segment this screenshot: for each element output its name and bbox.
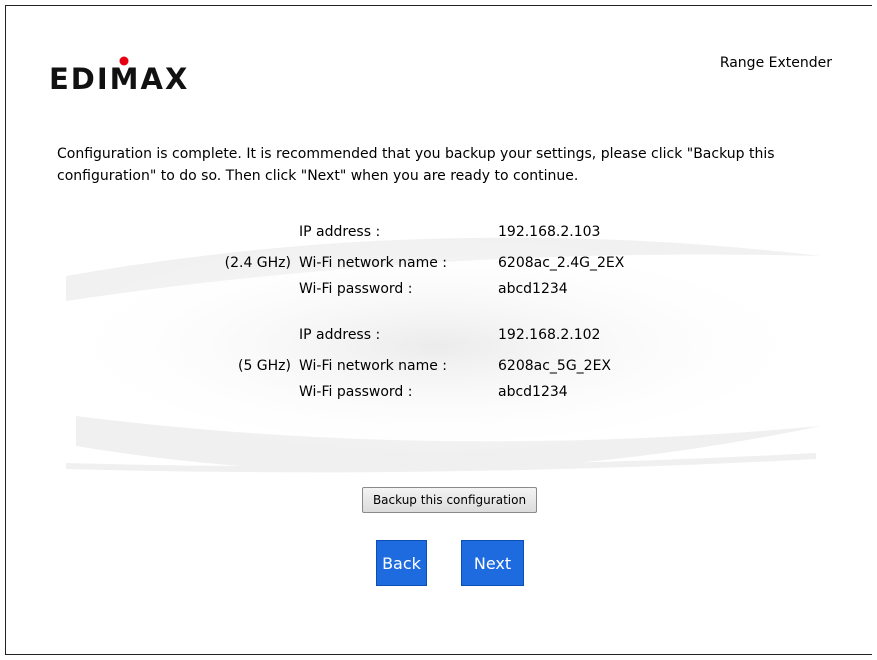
wizard-panel: EDIMAX Range Extender Configuration is c… — [5, 5, 872, 655]
ip-label: IP address : — [299, 327, 381, 343]
band-label: (5 GHz) — [237, 358, 291, 374]
ssid-label: Wi-Fi network name : — [299, 255, 448, 271]
ssid-value: 6208ac_5G_2EX — [498, 358, 612, 374]
ssid-value: 6208ac_2.4G_2EX — [498, 255, 625, 271]
ssid-label: Wi-Fi network name : — [299, 358, 448, 374]
product-name: Range Extender — [719, 55, 832, 71]
password-value: abcd1234 — [498, 281, 568, 297]
ip-value: 192.168.2.102 — [498, 327, 601, 343]
password-label: Wi-Fi password : — [299, 281, 413, 297]
next-button[interactable]: Next — [461, 540, 524, 586]
back-button[interactable]: Back — [376, 540, 427, 586]
intro-text: Configuration is complete. It is recomme… — [57, 146, 775, 184]
logo-text: EDIMAX — [49, 62, 189, 92]
password-label: Wi-Fi password : — [299, 384, 413, 400]
ip-value: 192.168.2.103 — [498, 224, 601, 240]
backup-config-button[interactable]: Backup this configuration — [362, 487, 537, 513]
edimax-logo: EDIMAX — [49, 56, 189, 92]
ip-label: IP address : — [299, 224, 381, 240]
password-value: abcd1234 — [498, 384, 568, 400]
band-label: (2.4 GHz) — [224, 255, 291, 271]
